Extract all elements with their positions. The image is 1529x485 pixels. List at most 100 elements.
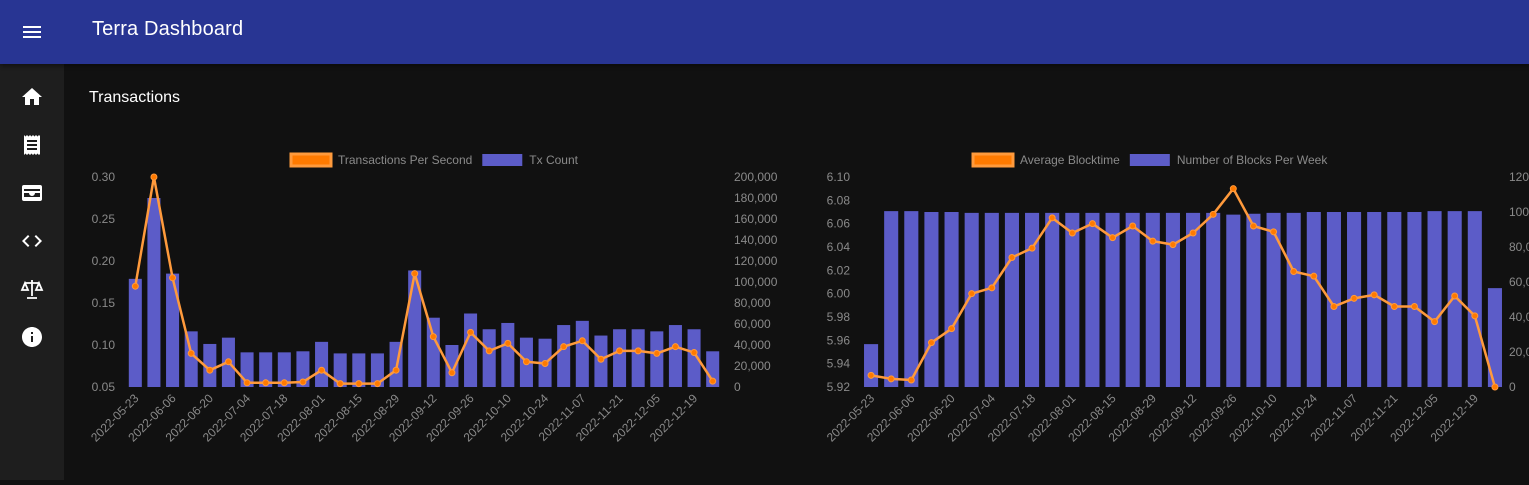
wallet-icon: [22, 185, 42, 201]
right-axis-tick-label: 120,000: [734, 254, 778, 268]
left-axis-tick-label: 6.00: [827, 287, 851, 301]
data-point: [1068, 229, 1076, 237]
data-point: [224, 358, 232, 366]
bar: [1286, 212, 1301, 387]
right-axis-tick-label: 40,000: [734, 338, 771, 352]
data-point: [653, 349, 661, 357]
data-point: [1491, 383, 1499, 391]
data-point: [1169, 241, 1177, 249]
bar: [166, 273, 180, 387]
right-axis-tick-label: 200,000: [734, 170, 778, 184]
left-axis-tick-label: 6.02: [827, 263, 851, 277]
bar: [1367, 212, 1382, 387]
bar: [1467, 211, 1482, 387]
bar: [1165, 212, 1180, 387]
legend-swatch-bar: [1129, 154, 1170, 166]
data-point: [355, 380, 363, 388]
bar: [557, 325, 571, 387]
tps-tx-count-chart: Transactions Per Second Tx Count 0.05 0.10 0…: [88, 152, 778, 445]
data-point: [1048, 214, 1056, 222]
data-point: [578, 337, 586, 345]
left-axis-tick-label: 6.04: [827, 240, 851, 254]
data-point: [336, 380, 344, 388]
bar: [1427, 211, 1442, 387]
nav-wallet[interactable]: [20, 181, 44, 205]
data-point: [1249, 222, 1257, 230]
data-point: [280, 379, 288, 387]
bar: [650, 331, 664, 387]
bar: [613, 329, 627, 387]
bar: [1226, 214, 1241, 387]
data-point: [1229, 185, 1237, 193]
data-point: [1290, 268, 1298, 275]
left-axis-tick-label: 5.92: [827, 380, 851, 394]
data-point: [671, 343, 679, 351]
right-axis-tick-label: 80,000: [734, 296, 771, 310]
data-point: [448, 369, 456, 377]
nav-receipt[interactable]: [20, 133, 44, 157]
bar: [1407, 212, 1422, 387]
right-axis-tick-label: 140,000: [734, 233, 778, 247]
data-point: [467, 328, 475, 336]
data-point: [1310, 272, 1318, 280]
bar: [1045, 212, 1060, 387]
bar: [1125, 212, 1140, 387]
data-point: [1410, 303, 1418, 310]
left-axis-tick-label: 0.25: [92, 212, 116, 226]
right-axis-tick-label: 20,000: [734, 359, 771, 373]
data-point: [1350, 294, 1358, 302]
data-point: [318, 366, 326, 374]
data-point: [1088, 220, 1096, 228]
bar: [1387, 212, 1402, 387]
data-point: [927, 339, 935, 347]
left-axis-tick-label: 5.96: [827, 333, 851, 347]
bar: [924, 212, 939, 387]
data-point: [169, 274, 177, 282]
data-point: [1008, 254, 1016, 261]
data-point: [373, 380, 381, 388]
bar: [482, 329, 496, 387]
data-point: [968, 290, 976, 298]
tps-chart-container: Transactions Per Second Tx Count 0.05 0.10 0…: [64, 64, 784, 485]
nav-home[interactable]: [20, 85, 44, 109]
right-axis-tick-label: 180,000: [734, 191, 778, 205]
bar: [864, 344, 879, 387]
bar: [1085, 212, 1100, 387]
bar: [1206, 212, 1221, 387]
code-icon: [22, 235, 42, 247]
right-axis-tick-label: 120,000: [1509, 170, 1529, 184]
left-axis-tick-label: 6.10: [827, 170, 851, 184]
data-point: [634, 347, 642, 355]
bar: [668, 325, 682, 387]
bar: [1065, 212, 1080, 387]
left-axis-tick-label: 5.94: [827, 357, 851, 371]
legend-item: Average Blocktime: [971, 152, 1120, 168]
data-point: [1270, 228, 1278, 236]
info-icon: [22, 327, 42, 347]
home-icon: [22, 88, 42, 105]
data-point: [485, 347, 493, 355]
nav-governance[interactable]: [20, 277, 44, 301]
left-axis-tick-label: 0.15: [92, 296, 116, 310]
right-axis-tick-label: 100,000: [734, 275, 778, 289]
data-point: [1209, 210, 1217, 218]
legend-label: Number of Blocks Per Week: [1177, 153, 1328, 167]
bar: [904, 211, 919, 387]
bar: [128, 278, 142, 387]
nav-code[interactable]: [20, 229, 44, 253]
menu-icon[interactable]: [20, 20, 44, 44]
data-point: [411, 270, 419, 278]
bar: [1306, 212, 1321, 387]
data-point: [907, 376, 915, 384]
data-point: [1149, 237, 1157, 245]
nav-info[interactable]: [20, 325, 44, 349]
bar: [884, 211, 899, 387]
app-bar: Terra Dashboard: [0, 0, 1529, 64]
data-point: [1451, 292, 1459, 300]
data-point: [1370, 291, 1378, 299]
data-point: [1471, 312, 1479, 320]
bar: [1246, 213, 1261, 387]
bar: [944, 212, 959, 387]
legend-label: Tx Count: [529, 153, 578, 167]
data-point: [887, 375, 895, 383]
